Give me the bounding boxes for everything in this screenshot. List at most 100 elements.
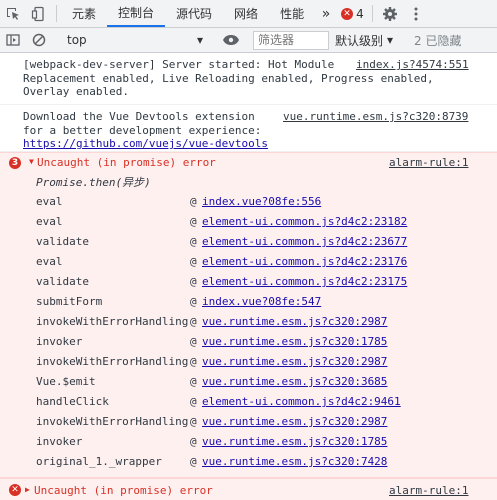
stack-frame: invoker @ vue.runtime.esm.js?c320:1785 xyxy=(0,332,497,352)
frame-location-link[interactable]: vue.runtime.esm.js?c320:2987 xyxy=(202,355,387,368)
error-source-link[interactable]: alarm-rule:1 xyxy=(389,484,468,497)
frame-function: eval xyxy=(36,255,63,268)
context-value: top xyxy=(67,33,87,47)
frame-location-link[interactable]: vue.runtime.esm.js?c320:2987 xyxy=(202,315,387,328)
inspect-element-icon[interactable] xyxy=(0,0,26,27)
frame-function: invokeWithErrorHandling xyxy=(36,415,189,428)
frame-at: @ xyxy=(190,215,197,228)
stack-frame: validate @ element-ui.common.js?d4c2:23677 xyxy=(0,232,497,252)
frame-function: invokeWithErrorHandling xyxy=(36,355,189,368)
frame-location-link[interactable]: element-ui.common.js?d4c2:9461 xyxy=(202,395,401,408)
divider xyxy=(371,5,373,22)
tab-label: 网络 xyxy=(234,7,259,21)
stack-frame: eval @ index.vue?08fe:556 xyxy=(0,192,497,212)
tab-performance[interactable]: 性能 xyxy=(269,0,315,27)
stack-frame: handleClick @ element-ui.common.js?d4c2:94… xyxy=(0,392,497,412)
frame-location-link[interactable]: vue.runtime.esm.js?c320:7428 xyxy=(202,455,387,468)
triangle-right-icon[interactable]: ▶ xyxy=(25,485,30,494)
hidden-messages-count[interactable]: 2 已隐藏 xyxy=(408,32,461,49)
message-body: Download the Vue Devtools extension for … xyxy=(23,110,262,137)
message-source-link[interactable]: vue.runtime.esm.js?c320:8739 xyxy=(283,110,468,124)
chevron-down-icon: ▾ xyxy=(196,33,203,47)
frame-function: Vue.$emit xyxy=(36,375,96,388)
frame-location-link[interactable]: vue.runtime.esm.js?c320:2987 xyxy=(202,415,387,428)
log-level-value: 默认级别 xyxy=(335,33,384,48)
error-counter[interactable]: ✕ 4 xyxy=(337,0,368,27)
tab-sources[interactable]: 源代码 xyxy=(165,0,223,27)
chevron-down-icon: ▾ xyxy=(387,33,394,47)
stack-frame: invokeWithErrorHandling @ vue.runtime.esm.… xyxy=(0,312,497,332)
frame-at: @ xyxy=(190,435,197,448)
frame-location-link[interactable]: element-ui.common.js?d4c2:23677 xyxy=(202,235,407,248)
filter-input[interactable] xyxy=(253,30,329,50)
devtools-tab-bar: 元素 控制台 源代码 网络 性能 » ✕ 4 xyxy=(0,0,497,28)
context-selector[interactable]: top ▾ xyxy=(61,28,209,53)
frame-location-link[interactable]: index.vue?08fe:556 xyxy=(202,195,321,208)
eye-icon[interactable] xyxy=(218,28,244,53)
tab-label: 控制台 xyxy=(118,6,155,20)
frame-at: @ xyxy=(190,335,197,348)
kebab-menu-icon[interactable] xyxy=(403,0,429,27)
frame-function: eval xyxy=(36,195,63,208)
frame-location-link[interactable]: element-ui.common.js?d4c2:23176 xyxy=(202,255,407,268)
device-toolbar-icon[interactable] xyxy=(26,0,52,27)
frame-function: submitForm xyxy=(36,295,103,308)
frame-at: @ xyxy=(190,375,197,388)
error-message: ✕ ▶ Uncaught (in promise) error alarm-ru… xyxy=(0,478,497,500)
stack-frame: original_1._wrapper @ vue.runtime.esm.js?c… xyxy=(0,452,497,472)
frame-function: original_1._wrapper xyxy=(36,455,162,468)
divider xyxy=(56,5,57,22)
frame-function: validate xyxy=(36,275,89,288)
error-repeat-count: 3 xyxy=(9,157,21,169)
frame-at: @ xyxy=(190,295,197,308)
frame-at: @ xyxy=(190,255,197,268)
tab-label: 性能 xyxy=(280,7,305,21)
frame-location-link[interactable]: element-ui.common.js?d4c2:23182 xyxy=(202,215,407,228)
message-text: Download the Vue Devtools extension for … xyxy=(23,110,268,151)
frame-function: eval xyxy=(36,215,63,228)
frame-location-link[interactable]: vue.runtime.esm.js?c320:1785 xyxy=(202,335,387,348)
triangle-down-icon[interactable]: ▼ xyxy=(29,157,34,166)
frame-location-link[interactable]: vue.runtime.esm.js?c320:1785 xyxy=(202,435,387,448)
error-source-link[interactable]: alarm-rule:1 xyxy=(389,156,468,169)
frame-function: invokeWithErrorHandling xyxy=(36,315,189,328)
async-boundary: Promise.then(异步) xyxy=(36,176,151,189)
frame-location-link[interactable]: element-ui.common.js?d4c2:23175 xyxy=(202,275,407,288)
error-count: 4 xyxy=(356,6,364,21)
frame-at: @ xyxy=(190,415,197,428)
frame-at: @ xyxy=(190,355,197,368)
chevron-double-right-icon: » xyxy=(321,5,331,22)
more-tabs-button[interactable]: » xyxy=(315,0,337,27)
message-source-link[interactable]: index.js?4574:551 xyxy=(356,58,469,72)
frame-function: handleClick xyxy=(36,395,109,408)
console-message: Download the Vue Devtools extension for … xyxy=(0,105,497,152)
stack-frame: submitForm @ index.vue?08fe:547 xyxy=(0,292,497,312)
stack-frame: eval @ element-ui.common.js?d4c2:23182 xyxy=(0,212,497,232)
sidebar-toggle-icon[interactable] xyxy=(0,28,26,53)
tab-console[interactable]: 控制台 xyxy=(107,0,166,27)
error-icon: ✕ xyxy=(341,7,354,20)
frame-function: validate xyxy=(36,235,89,248)
stack-frame: invoker @ vue.runtime.esm.js?c320:1785 xyxy=(0,432,497,452)
error-header[interactable]: 3 ▼ Uncaught (in promise) error alarm-ru… xyxy=(0,153,497,173)
stack-frame: Vue.$emit @ vue.runtime.esm.js?c320:3685 xyxy=(0,372,497,392)
gear-icon[interactable] xyxy=(377,0,403,27)
error-title[interactable]: Uncaught (in promise) error xyxy=(34,484,213,497)
clear-console-icon[interactable] xyxy=(26,28,52,53)
frame-location-link[interactable]: vue.runtime.esm.js?c320:3685 xyxy=(202,375,387,388)
console-messages: [webpack-dev-server] Server started: Hot… xyxy=(0,53,497,500)
frame-function: invoker xyxy=(36,435,83,448)
tab-label: 元素 xyxy=(72,7,97,21)
tab-label: 源代码 xyxy=(176,7,213,21)
tab-network[interactable]: 网络 xyxy=(223,0,269,27)
error-title: Uncaught (in promise) error xyxy=(37,156,216,169)
frame-function: invoker xyxy=(36,335,83,348)
tab-elements[interactable]: 元素 xyxy=(61,0,107,27)
frame-at: @ xyxy=(190,395,197,408)
log-level-selector[interactable]: 默认级别 ▾ xyxy=(329,32,399,49)
devtools-link[interactable]: https://github.com/vuejs/vue-devtools xyxy=(23,137,268,150)
console-message: [webpack-dev-server] Server started: Hot… xyxy=(0,53,497,105)
frame-location-link[interactable]: index.vue?08fe:547 xyxy=(202,295,321,308)
stack-frame: invokeWithErrorHandling @ vue.runtime.esm.… xyxy=(0,352,497,372)
frame-at: @ xyxy=(190,455,197,468)
